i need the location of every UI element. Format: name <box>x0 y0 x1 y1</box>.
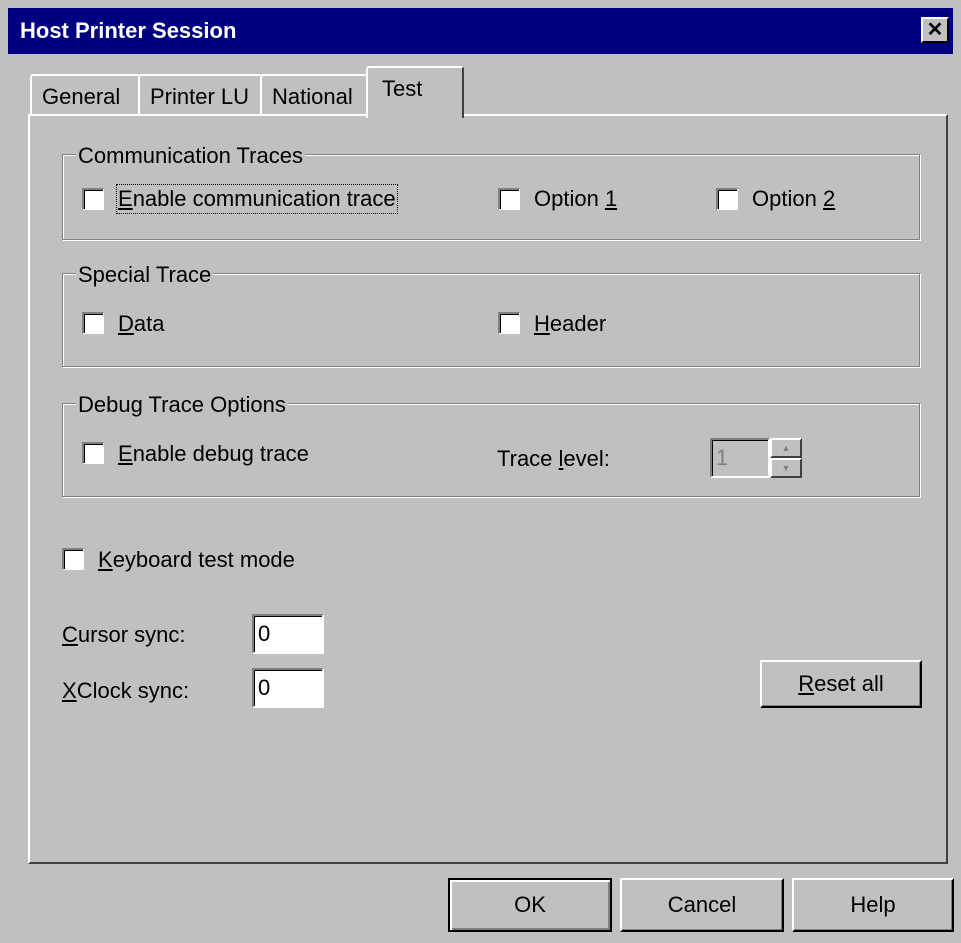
reset-all-button[interactable]: Reset all <box>760 660 922 708</box>
tab-test[interactable]: Test <box>366 66 464 118</box>
trace-level-text-pre: Trace <box>497 446 559 471</box>
option-2-text: Option <box>752 186 823 211</box>
tab-printer-lu-label: Printer LU <box>150 84 250 109</box>
close-icon: ✕ <box>926 19 944 41</box>
option-1-checkbox[interactable] <box>498 188 520 210</box>
title-bar: Host Printer Session ✕ <box>8 8 953 54</box>
xclock-sync-input[interactable] <box>252 668 324 708</box>
enable-debug-trace-mnemonic: E <box>118 441 133 466</box>
reset-all-text: eset all <box>814 671 884 696</box>
close-button[interactable]: ✕ <box>921 17 949 43</box>
enable-communication-trace-text: nable communication trace <box>132 186 396 211</box>
option-2-checkbox[interactable] <box>716 188 738 210</box>
trace-level-input <box>710 438 770 478</box>
reset-all-mnemonic: R <box>798 671 815 696</box>
data-mnemonic: D <box>118 311 134 336</box>
cancel-button[interactable]: Cancel <box>620 878 784 932</box>
enable-debug-trace-checkbox[interactable] <box>82 442 104 464</box>
keyboard-test-mode-checkbox[interactable] <box>62 548 84 570</box>
debug-trace-title: Debug Trace Options <box>76 392 288 418</box>
option-1-text: Option <box>534 186 605 211</box>
spinner-down-icon: ▼ <box>770 458 802 478</box>
option-1-label[interactable]: Option 1 <box>534 186 617 212</box>
trace-level-text-rest: evel: <box>563 446 610 471</box>
enable-debug-trace-label[interactable]: Enable debug trace <box>118 441 309 467</box>
xclock-sync-label: XClock sync: <box>62 678 189 704</box>
ok-button[interactable]: OK <box>448 878 612 932</box>
tab-general[interactable]: General <box>30 74 140 116</box>
special-trace-title: Special Trace <box>76 262 214 288</box>
header-checkbox[interactable] <box>498 312 520 334</box>
keyboard-test-mode-mnemonic: K <box>98 547 113 572</box>
data-checkbox[interactable] <box>82 312 104 334</box>
option-2-label[interactable]: Option 2 <box>752 186 835 212</box>
spinner-up-icon: ▲ <box>770 438 802 458</box>
enable-debug-trace-text: nable debug trace <box>132 441 309 466</box>
tab-general-label: General <box>42 84 121 109</box>
cursor-sync-label: Cursor sync: <box>62 622 185 648</box>
ok-label: OK <box>514 892 546 917</box>
reset-all-label: Reset all <box>798 671 884 697</box>
keyboard-test-mode-label[interactable]: Keyboard test mode <box>98 547 295 573</box>
cursor-sync-mnemonic: C <box>62 622 78 647</box>
enable-communication-trace-mnemonic: E <box>118 186 133 211</box>
option-1-mnemonic: 1 <box>604 186 618 211</box>
data-text: ata <box>133 311 165 336</box>
cursor-sync-input[interactable] <box>252 614 324 654</box>
header-text: eader <box>549 311 607 336</box>
enable-communication-trace-label[interactable]: Enable communication trace <box>116 184 398 214</box>
window-title: Host Printer Session <box>20 18 237 43</box>
cancel-label: Cancel <box>667 892 737 917</box>
header-mnemonic: H <box>534 311 550 336</box>
tab-printer-lu[interactable]: Printer LU <box>138 74 262 116</box>
cursor-sync-text: ursor sync: <box>77 622 186 647</box>
keyboard-test-mode-text: eyboard test mode <box>112 547 295 572</box>
trace-level-label: Trace level: <box>497 446 610 472</box>
tab-national-label: National <box>272 84 353 109</box>
help-label: Help <box>850 892 896 917</box>
data-label[interactable]: Data <box>118 311 164 337</box>
option-2-mnemonic: 2 <box>822 186 836 211</box>
communication-traces-title: Communication Traces <box>76 143 305 169</box>
tab-test-label: Test <box>382 76 423 101</box>
header-label[interactable]: Header <box>534 311 606 337</box>
trace-level-spinner: ▲ ▼ <box>770 438 802 478</box>
help-button[interactable]: Help <box>792 878 954 932</box>
xclock-sync-text: Clock sync: <box>76 678 190 703</box>
xclock-sync-mnemonic: X <box>62 678 77 703</box>
enable-communication-trace-checkbox[interactable] <box>82 188 104 210</box>
tab-national[interactable]: National <box>260 74 368 116</box>
